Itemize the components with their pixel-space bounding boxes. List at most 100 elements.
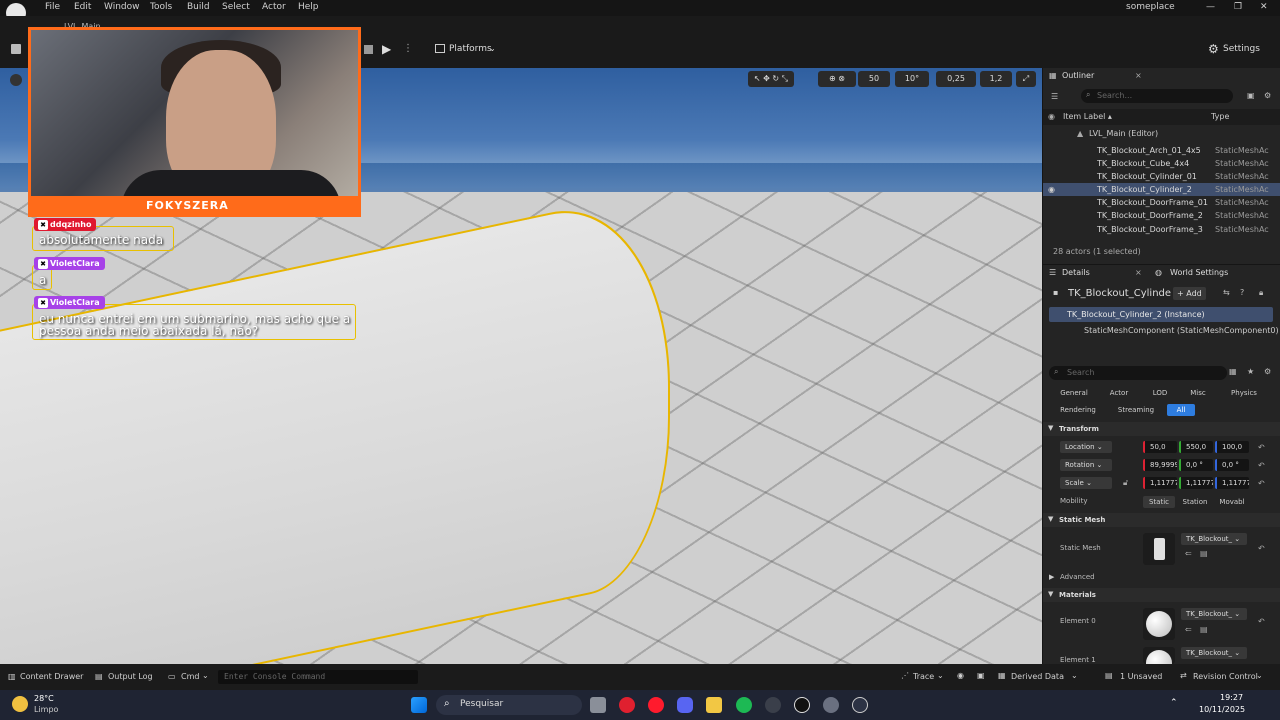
minimize-icon[interactable]: — (1206, 2, 1215, 12)
outliner-row[interactable]: TK_Blockout_Cube_4x4 StaticMeshAc (1043, 157, 1280, 170)
world-local-toggle[interactable]: ⊕ ⊗ (818, 71, 856, 87)
task-view-icon[interactable] (590, 697, 606, 713)
material0-thumbnail[interactable] (1143, 608, 1175, 640)
rotation-snap-button[interactable]: 10° (895, 71, 929, 87)
reset-icon[interactable]: ↶ (1258, 479, 1265, 488)
chevron-up-icon[interactable]: ⌃ (1170, 698, 1178, 708)
clock-date[interactable]: 10/11/2025 (1199, 705, 1245, 714)
reset-icon[interactable]: ↶ (1258, 461, 1265, 470)
maximize-viewport-icon[interactable]: ⤢ (1016, 71, 1036, 87)
camera-icon[interactable]: ▣ (977, 671, 985, 680)
category-general[interactable]: General (1051, 387, 1097, 399)
outliner-row[interactable]: TK_Blockout_DoorFrame_01 StaticMeshAc (1043, 196, 1280, 209)
world-settings-tab[interactable]: World Settings (1170, 268, 1228, 277)
component-row[interactable]: StaticMeshComponent (StaticMeshComponent… (1084, 326, 1279, 335)
windows-start-icon[interactable] (411, 697, 427, 713)
outliner-search-input[interactable]: ⌕ Search... (1081, 89, 1233, 103)
category-streaming[interactable]: Streaming (1107, 404, 1165, 416)
file-explorer-icon[interactable] (706, 697, 722, 713)
settings-gear-icon[interactable] (823, 697, 839, 713)
column-type[interactable]: Type (1211, 112, 1229, 121)
outliner-row[interactable]: TK_Blockout_Arch_01_4x5 StaticMeshAc (1043, 144, 1280, 157)
output-log-button[interactable]: Output Log (108, 672, 153, 681)
category-actor[interactable]: Actor (1097, 387, 1141, 399)
visibility-eye-icon[interactable]: ◉ (1048, 185, 1055, 194)
details-search-input[interactable]: ⌕ Search (1049, 366, 1227, 380)
folder-icon[interactable]: ▤ (1200, 549, 1208, 558)
platforms-button[interactable]: Platforms (449, 44, 492, 54)
folder-add-icon[interactable]: ▣ (1247, 91, 1255, 100)
stop-icon[interactable] (364, 45, 373, 54)
opera-gx-icon[interactable] (619, 697, 635, 713)
play-icon[interactable]: ▶ (382, 42, 391, 56)
browse-icon[interactable]: ⇐ (1185, 625, 1192, 634)
reset-icon[interactable]: ↶ (1258, 617, 1265, 626)
content-drawer-button[interactable]: Content Drawer (20, 672, 83, 681)
instance-row[interactable]: TK_Blockout_Cylinder_2 (Instance) (1049, 307, 1273, 322)
filter-icon[interactable]: ☰ (1051, 92, 1058, 101)
clock-time[interactable]: 19:27 (1220, 693, 1243, 702)
menu-help[interactable]: Help (298, 2, 319, 12)
browse-icon[interactable]: ⇐ (1185, 549, 1192, 558)
folder-icon[interactable]: ▤ (1200, 625, 1208, 634)
derived-data-button[interactable]: Derived Data (1011, 672, 1064, 681)
menu-build[interactable]: Build (187, 2, 210, 12)
static-mesh-picker[interactable]: TK_Blockout_ ⌄ (1181, 533, 1247, 545)
category-misc[interactable]: Misc (1179, 387, 1217, 399)
static-mesh-section[interactable]: Static Mesh (1043, 513, 1280, 527)
details-settings-icon[interactable]: ⚙ (1264, 367, 1271, 376)
scale-z[interactable]: 1,11777 (1215, 477, 1249, 489)
mobility-movable[interactable]: Movabl (1215, 496, 1249, 508)
blueprint-icon[interactable]: ⇆ (1223, 288, 1230, 297)
grid-view-icon[interactable]: ▦ (1229, 367, 1237, 376)
camera-speed-button[interactable]: 1,2 (980, 71, 1012, 87)
scale-x[interactable]: 1,11777 (1143, 477, 1177, 489)
viewport-menu-icon[interactable] (10, 74, 22, 86)
material1-thumbnail[interactable] (1143, 647, 1175, 664)
actor-name-field[interactable]: TK_Blockout_Cylinde (1068, 288, 1171, 299)
trace-dropdown[interactable]: Trace (913, 672, 934, 681)
outliner-level-row[interactable]: ▲ LVL_Main (Editor) (1043, 127, 1280, 140)
outliner-settings-icon[interactable]: ⚙ (1264, 91, 1271, 100)
menu-file[interactable]: File (45, 2, 60, 12)
menu-edit[interactable]: Edit (74, 2, 91, 12)
outliner-close-icon[interactable]: × (1135, 71, 1142, 80)
menu-actor[interactable]: Actor (262, 2, 286, 12)
menu-tools[interactable]: Tools (150, 2, 172, 12)
outliner-row[interactable]: TK_Blockout_DoorFrame_3 StaticMeshAc (1043, 223, 1280, 236)
transform-tools[interactable]: ↖ ✥ ↻ ⤡ (748, 71, 794, 87)
advanced-toggle[interactable]: Advanced (1060, 573, 1095, 581)
console-input[interactable]: Enter Console Command (218, 670, 418, 684)
mobility-stationary[interactable]: Station (1177, 496, 1213, 508)
reset-icon[interactable]: ↶ (1258, 544, 1265, 553)
mobility-static[interactable]: Static (1143, 496, 1175, 508)
outliner-row-selected[interactable]: ◉ TK_Blockout_Cylinder_2 StaticMeshAc (1043, 183, 1280, 196)
more-icon[interactable]: ⋮ (403, 43, 413, 54)
location-z[interactable]: 100,0 (1215, 441, 1249, 453)
rotation-y[interactable]: 0,0 ° (1179, 459, 1213, 471)
transform-section[interactable]: Transform (1043, 422, 1280, 436)
revision-control-button[interactable]: Revision Control (1193, 672, 1258, 681)
outliner-row[interactable]: TK_Blockout_Cylinder_01 StaticMeshAc (1043, 170, 1280, 183)
reset-icon[interactable]: ↶ (1258, 443, 1265, 452)
column-item-label[interactable]: Item Label ▴ (1063, 112, 1112, 121)
unreal-engine-icon[interactable] (794, 697, 810, 713)
category-physics[interactable]: Physics (1219, 387, 1269, 399)
grid-snap-button[interactable]: 50 (858, 71, 890, 87)
outliner-title[interactable]: Outliner (1062, 71, 1094, 80)
location-x[interactable]: 50,0 (1143, 441, 1177, 453)
github-icon[interactable] (765, 697, 781, 713)
details-tab[interactable]: Details (1062, 268, 1090, 277)
scale-y[interactable]: 1,11777 (1179, 477, 1213, 489)
static-mesh-thumbnail[interactable] (1143, 533, 1175, 565)
favorite-star-icon[interactable]: ★ (1247, 367, 1254, 376)
menu-window[interactable]: Window (104, 2, 140, 12)
help-icon[interactable]: ? (1240, 288, 1244, 297)
materials-section[interactable]: Materials (1043, 588, 1280, 602)
material1-picker[interactable]: TK_Blockout_ ⌄ (1181, 647, 1247, 659)
location-dropdown[interactable]: Location ⌄ (1060, 441, 1112, 453)
weather-temp[interactable]: 28°C (34, 694, 54, 703)
cmd-dropdown[interactable]: Cmd (181, 672, 199, 681)
location-y[interactable]: 550,0 (1179, 441, 1213, 453)
close-icon[interactable]: ✕ (1260, 2, 1268, 12)
